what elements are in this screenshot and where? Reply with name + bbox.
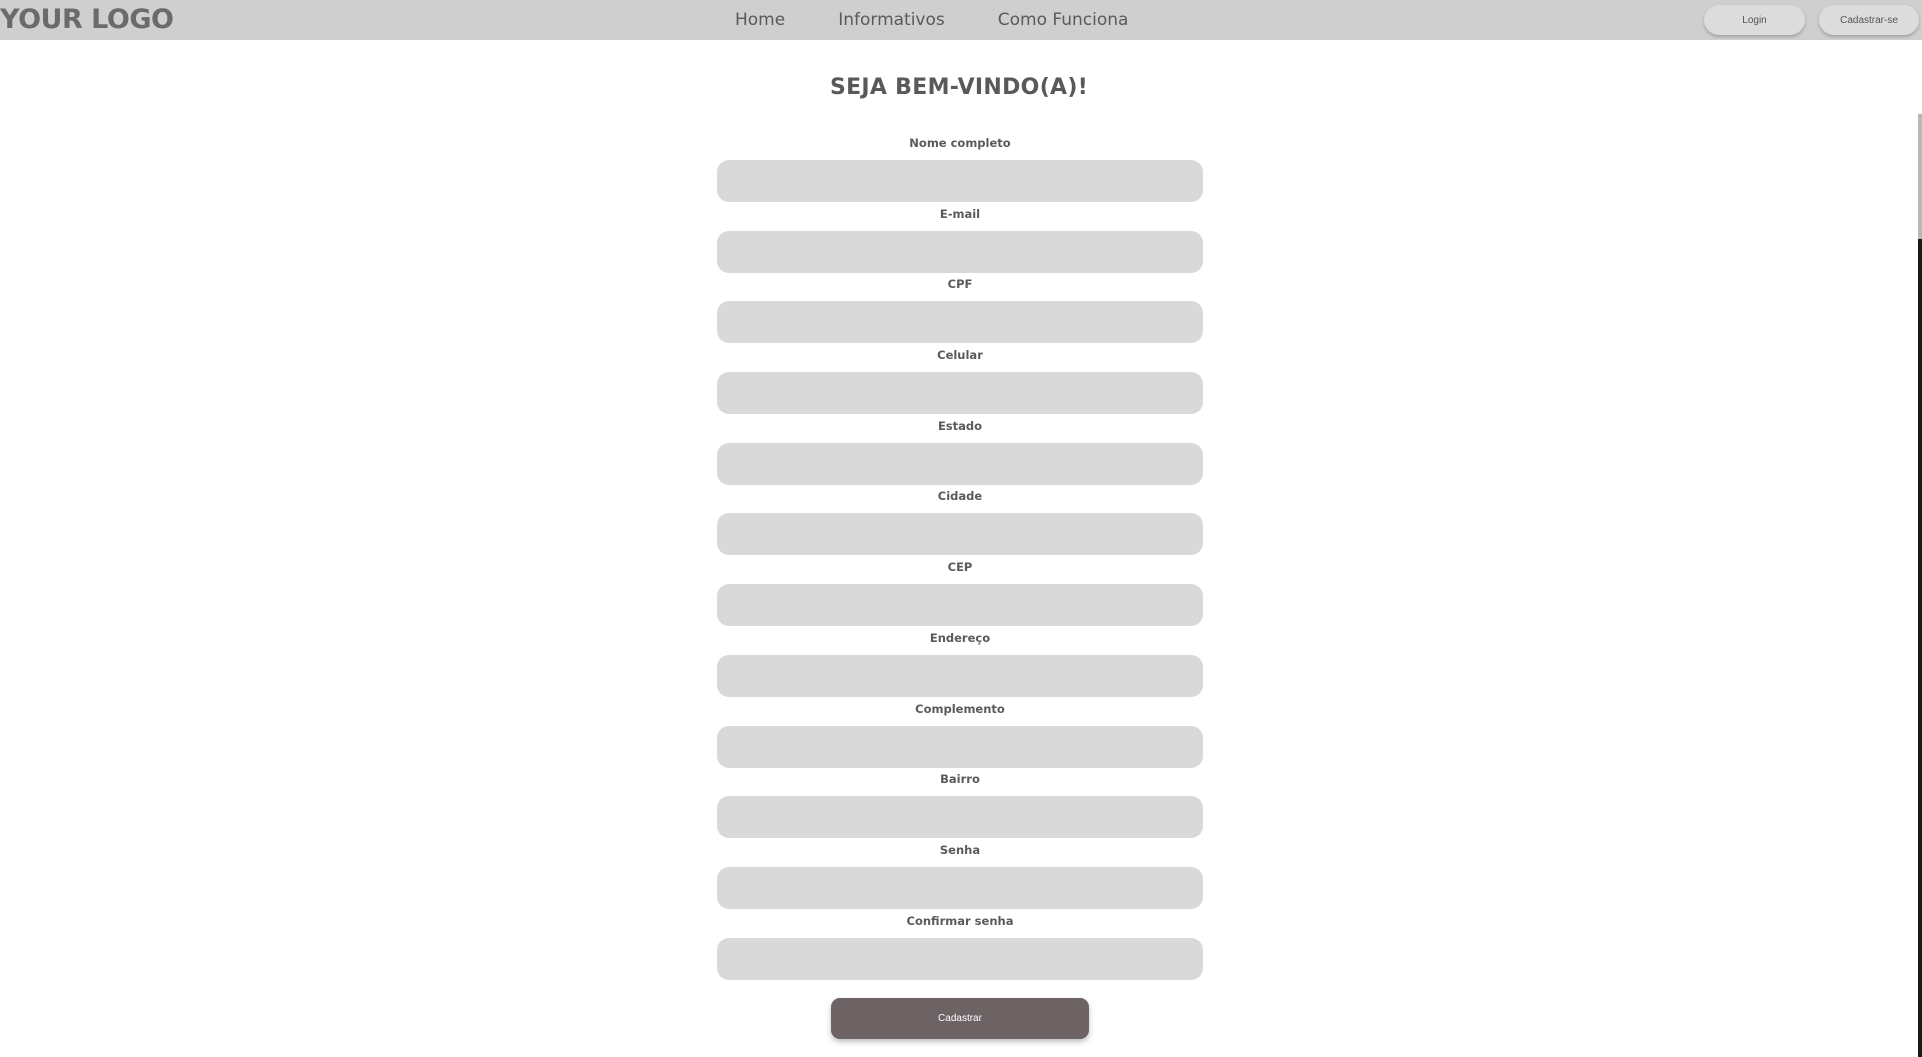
cidade-input[interactable]	[717, 513, 1203, 556]
field-cidade: Cidade	[717, 489, 1203, 560]
scrollbar-thumb[interactable]	[1918, 114, 1922, 239]
field-endereco: Endereço	[717, 631, 1203, 702]
field-label: Cidade	[937, 489, 983, 504]
confirmar-senha-input[interactable]	[717, 937, 1203, 980]
cep-input[interactable]	[717, 584, 1203, 627]
login-button[interactable]: Login	[1704, 5, 1805, 35]
nav-link-home[interactable]: Home	[735, 10, 785, 30]
page-scrollbar[interactable]	[1918, 114, 1922, 1057]
estado-input[interactable]	[717, 442, 1203, 485]
field-label: Endereço	[929, 630, 991, 645]
nav-link-informativos[interactable]: Informativos	[838, 10, 945, 30]
signup-button[interactable]: Cadastrar-se	[1819, 5, 1919, 35]
field-cep: CEP	[717, 560, 1203, 631]
logo[interactable]: YOUR LOGO	[0, 3, 174, 37]
field-label: Estado	[937, 418, 983, 433]
field-label: Nome completo	[909, 136, 1011, 150]
field-confirmar-senha: Confirmar senha	[717, 914, 1203, 985]
main-nav: Home Informativos Como Funciona	[735, 10, 1128, 30]
complemento-input[interactable]	[717, 725, 1203, 768]
top-navbar: YOUR LOGO Home Informativos Como Funcion…	[0, 0, 1922, 40]
field-label: CEP	[947, 560, 973, 575]
field-label: CPF	[947, 277, 973, 292]
registration-form: Nome completo E-mail CPF Celular Estado …	[717, 136, 1203, 984]
celular-input[interactable]	[717, 372, 1203, 415]
field-senha: Senha	[717, 843, 1203, 914]
field-cpf: CPF	[717, 277, 1203, 348]
page-title: SEJA BEM-VINDO(A)!	[829, 75, 1089, 100]
field-email: E-mail	[717, 207, 1203, 278]
nome-completo-input[interactable]	[717, 160, 1203, 202]
email-input[interactable]	[717, 230, 1203, 273]
field-bairro: Bairro	[717, 772, 1203, 843]
field-label: Celular	[937, 348, 983, 363]
field-label: Confirmar senha	[906, 913, 1014, 928]
field-label: E-mail	[939, 206, 981, 221]
field-label: Senha	[939, 842, 981, 857]
field-nome-completo: Nome completo	[717, 136, 1203, 207]
endereco-input[interactable]	[717, 654, 1203, 697]
cpf-input[interactable]	[717, 301, 1203, 344]
field-celular: Celular	[717, 348, 1203, 419]
cadastrar-button[interactable]: Cadastrar	[831, 998, 1089, 1039]
field-complemento: Complemento	[717, 702, 1203, 773]
nav-link-como-funciona[interactable]: Como Funciona	[998, 10, 1129, 30]
field-estado: Estado	[717, 419, 1203, 490]
field-label: Complemento	[915, 701, 1005, 716]
bairro-input[interactable]	[717, 796, 1203, 839]
field-label: Bairro	[940, 772, 980, 787]
senha-input[interactable]	[717, 866, 1203, 909]
